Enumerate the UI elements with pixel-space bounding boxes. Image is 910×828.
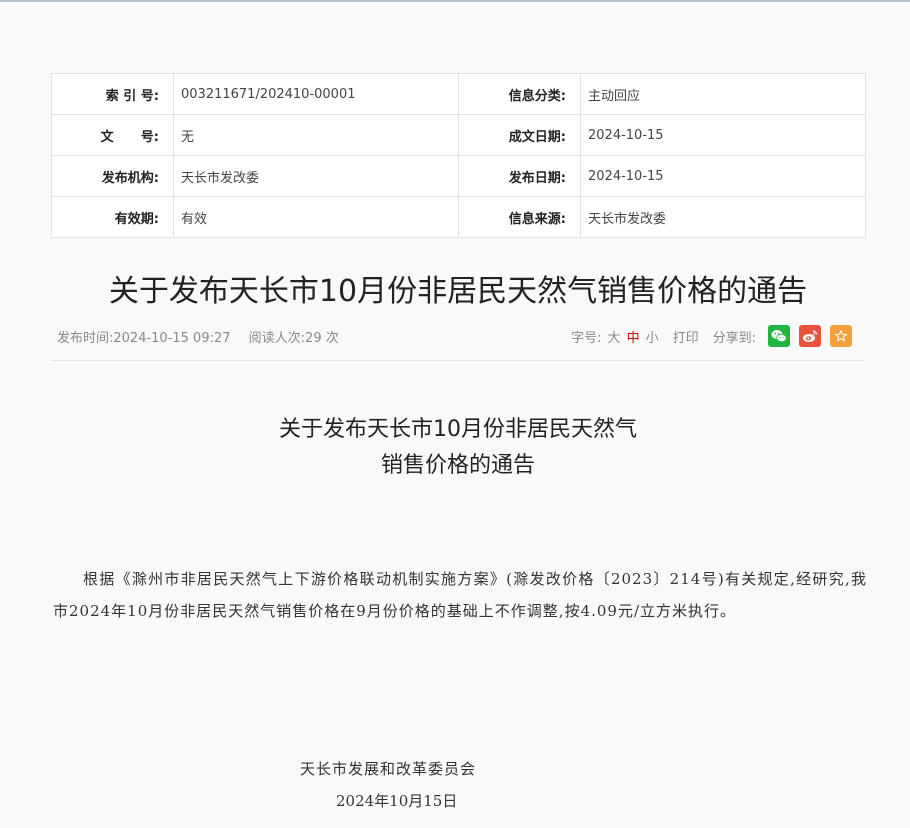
category-label: 信息分类: — [458, 73, 581, 115]
document-title: 关于发布天长市10月份非居民天然气 销售价格的通告 — [51, 412, 865, 484]
table-row: 有效期: 有效 信息来源: 天长市发改委 — [51, 196, 866, 238]
publish-date-label: 发布日期: — [458, 155, 581, 197]
article-meta: 发布时间:2024-10-15 09:27 阅读人次:29 次 — [57, 327, 353, 346]
document-title-line-1: 关于发布天长市10月份非居民天然气 — [279, 417, 637, 442]
share-label: 分享到: — [712, 330, 756, 346]
publish-date-value: 2024-10-15 — [580, 155, 866, 197]
publish-time: 发布时间:2024-10-15 09:27 — [57, 331, 231, 346]
wechat-icon[interactable] — [768, 325, 790, 347]
divider — [51, 360, 865, 361]
signature: 天长市发展和改革委员会 — [300, 760, 477, 778]
source-label: 信息来源: — [458, 196, 581, 238]
favorite-icon[interactable] — [830, 325, 852, 347]
table-row: 文 号: 无 成文日期: 2024-10-15 — [51, 114, 866, 156]
article-body: 根据《滁州市非居民天然气上下游价格联动机制实施方案》(滁发改价格〔2023〕21… — [53, 570, 867, 620]
font-size-label: 字号: — [571, 330, 602, 346]
index-no-value: 003211671/202410-00001 — [173, 73, 459, 115]
print-button[interactable]: 打印 — [673, 327, 699, 346]
category-value: 主动回应 — [580, 73, 866, 115]
page-title: 关于发布天长市10月份非居民天然气销售价格的通告 — [108, 274, 808, 309]
table-row: 发布机构: 天长市发改委 发布日期: 2024-10-15 — [51, 155, 866, 197]
written-date-value: 2024-10-15 — [580, 114, 866, 156]
publisher-label: 发布机构: — [51, 155, 174, 197]
font-size-medium-button[interactable]: 中 — [627, 327, 640, 346]
font-size-large-button[interactable]: 大 — [608, 327, 621, 346]
index-no-label: 索 引 号: — [51, 73, 174, 115]
table-row: 索 引 号: 003211671/202410-00001 信息分类: 主动回应 — [51, 73, 866, 115]
document-title-line-2: 销售价格的通告 — [380, 453, 535, 478]
article-tools: 字号: 大 中 小 打印 分享到: — [571, 325, 852, 347]
weibo-icon[interactable] — [799, 325, 821, 347]
publisher-value: 天长市发改委 — [173, 155, 459, 197]
top-border — [0, 0, 910, 2]
source-value: 天长市发改委 — [580, 196, 866, 238]
written-date-label: 成文日期: — [458, 114, 581, 156]
validity-label: 有效期: — [51, 196, 174, 238]
doc-no-label: 文 号: — [51, 114, 174, 156]
doc-no-value: 无 — [173, 114, 459, 156]
font-size-small-button[interactable]: 小 — [646, 327, 659, 346]
signature-date: 2024年10月15日 — [336, 792, 458, 810]
read-count: 阅读人次:29 次 — [248, 331, 339, 346]
validity-value: 有效 — [173, 196, 459, 238]
info-table: 索 引 号: 003211671/202410-00001 信息分类: 主动回应… — [51, 73, 866, 238]
